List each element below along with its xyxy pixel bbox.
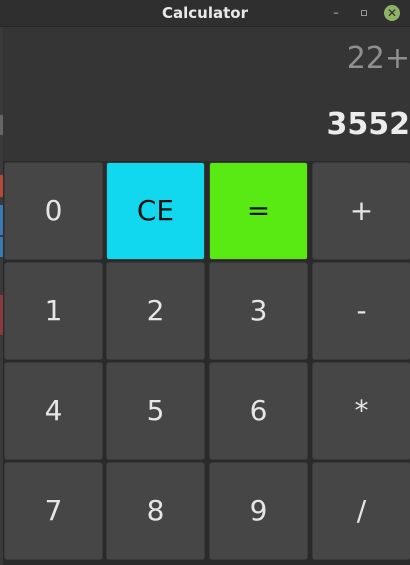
plus-button[interactable]: + [312, 162, 410, 260]
divide-button[interactable]: / [312, 462, 410, 560]
keypad: 0 CE = + 1 2 3 - 4 5 6 * 7 8 9 / [3, 161, 410, 565]
multiply-button[interactable]: * [312, 362, 410, 460]
key-8[interactable]: 8 [106, 462, 205, 560]
maximize-icon[interactable]: ▫ [356, 5, 372, 21]
close-icon[interactable]: ✕ [384, 5, 400, 21]
equals-button[interactable]: = [209, 162, 308, 260]
key-5[interactable]: 5 [106, 362, 205, 460]
key-6[interactable]: 6 [209, 362, 308, 460]
result-readout: 3552 [326, 107, 410, 142]
key-2[interactable]: 2 [106, 262, 205, 360]
key-7[interactable]: 7 [4, 462, 103, 560]
calculator-display: 22+ 3552 [3, 27, 410, 161]
minus-button[interactable]: - [312, 262, 410, 360]
title-bar: Calculator – ▫ ✕ [0, 0, 410, 27]
key-9[interactable]: 9 [209, 462, 308, 560]
key-1[interactable]: 1 [4, 262, 103, 360]
minimize-icon[interactable]: – [328, 5, 344, 21]
window-title: Calculator [162, 4, 248, 22]
clear-entry-button[interactable]: CE [106, 162, 205, 260]
key-4[interactable]: 4 [4, 362, 103, 460]
key-3[interactable]: 3 [209, 262, 308, 360]
key-0[interactable]: 0 [4, 162, 103, 260]
expression-readout: 22+ [346, 41, 410, 76]
